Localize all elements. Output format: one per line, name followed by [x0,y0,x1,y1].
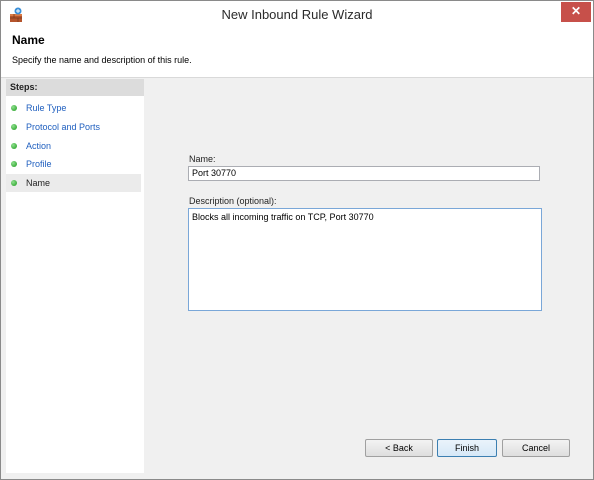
step-rule-type[interactable]: Rule Type [6,99,141,117]
step-label: Action [26,141,52,151]
close-button[interactable]: ✕ [561,2,591,22]
step-profile[interactable]: Profile [6,155,141,173]
cancel-button[interactable]: Cancel [502,439,570,457]
steps-sidebar: Steps: Rule Type Protocol and Ports Acti… [6,79,144,473]
window-title: New Inbound Rule Wizard [221,7,373,22]
description-label: Description (optional): [189,196,277,206]
step-action[interactable]: Action [6,137,141,155]
step-complete-icon [11,124,17,130]
name-input[interactable]: Port 30770 [188,166,540,181]
back-button[interactable]: < Back [365,439,433,457]
step-complete-icon [11,161,17,167]
page-title: Name [12,33,45,47]
title-bar: New Inbound Rule Wizard ✕ [1,1,593,29]
step-label: Name [26,178,51,188]
description-input[interactable]: Blocks all incoming traffic on TCP, Port… [188,208,542,311]
step-current-icon [11,180,17,186]
page-subtitle: Specify the name and description of this… [12,55,192,65]
wizard-content: Name: Port 30770 Description (optional):… [146,79,587,473]
step-label: Rule Type [26,103,67,113]
step-label: Profile [26,159,52,169]
steps-heading: Steps: [6,79,144,96]
step-complete-icon [11,143,17,149]
wizard-header: Name Specify the name and description of… [1,29,593,78]
step-label: Protocol and Ports [26,122,101,132]
step-protocol-and-ports[interactable]: Protocol and Ports [6,118,141,136]
step-complete-icon [11,105,17,111]
finish-button[interactable]: Finish [437,439,497,457]
name-label: Name: [189,154,216,164]
step-name: Name [6,174,141,192]
wizard-window: New Inbound Rule Wizard ✕ Name Specify t… [0,0,594,480]
